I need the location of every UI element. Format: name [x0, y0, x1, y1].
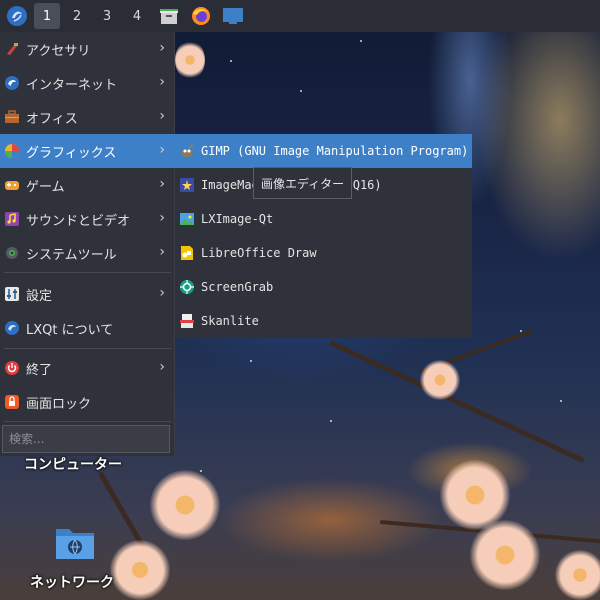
submenu-item-label: Skanlite	[201, 314, 259, 328]
desktop-switch-3[interactable]: 3	[94, 3, 120, 29]
submenu-item-label: LXImage-Qt	[201, 212, 274, 226]
taskbar: 1 2 3 4	[0, 0, 600, 32]
accessories-icon	[4, 41, 20, 57]
menu-search-input[interactable]	[2, 425, 170, 453]
firefox-icon	[192, 7, 210, 25]
submenu-item-libreoffice-draw[interactable]: LibreOffice Draw	[175, 236, 472, 270]
menu-separator	[4, 348, 171, 349]
chevron-right-icon: ›	[159, 210, 165, 226]
menu-separator	[4, 421, 171, 422]
system-tools-icon	[4, 245, 20, 261]
file-manager-icon	[160, 9, 178, 24]
lock-icon	[4, 394, 20, 410]
tooltip: 画像エディター	[253, 167, 353, 199]
graphics-icon	[4, 143, 20, 159]
file-manager-launcher[interactable]	[156, 3, 182, 29]
submenu-item-gimp[interactable]: GIMP (GNU Image Manipulation Program)	[175, 134, 472, 168]
submenu-item-label: ScreenGrab	[201, 280, 274, 294]
application-menu: アクセサリ › インターネット › オフィス › グラフィックス › ゲーム ›…	[0, 32, 175, 456]
menu-item-label: アクセサリ	[26, 43, 91, 59]
menu-item-label: サウンドとビデオ	[26, 213, 131, 229]
graphics-submenu: GIMP (GNU Image Manipulation Program) Im…	[175, 134, 472, 338]
menu-item-label: LXQt について	[26, 322, 114, 338]
menu-item-internet[interactable]: インターネット ›	[0, 66, 175, 100]
desktop-network-icon[interactable]	[54, 523, 96, 561]
lxqt-start-button[interactable]	[4, 3, 30, 29]
desktop-switch-1[interactable]: 1	[34, 3, 60, 29]
lxqt-icon	[7, 6, 27, 26]
chevron-right-icon: ›	[159, 176, 165, 192]
internet-icon	[4, 75, 20, 91]
settings-icon	[4, 286, 20, 302]
desktop-icon	[223, 8, 243, 24]
menu-item-lock-screen[interactable]: 画面ロック	[0, 385, 175, 419]
screengrab-icon	[179, 279, 195, 295]
games-icon	[4, 177, 20, 193]
submenu-item-screengrab[interactable]: ScreenGrab	[175, 270, 472, 304]
libreoffice-draw-icon	[179, 245, 195, 261]
chevron-right-icon: ›	[159, 359, 165, 375]
menu-separator	[4, 272, 171, 273]
submenu-item-lximage-qt[interactable]: LXImage-Qt	[175, 202, 472, 236]
desktop-network-label[interactable]: ネットワーク	[30, 572, 114, 592]
show-desktop-launcher[interactable]	[220, 3, 246, 29]
chevron-right-icon: ›	[159, 244, 165, 260]
image-viewer-icon	[179, 211, 195, 227]
office-icon	[4, 109, 20, 125]
chevron-right-icon: ›	[159, 40, 165, 56]
chevron-right-icon: ›	[159, 142, 165, 158]
firefox-launcher[interactable]	[188, 3, 214, 29]
submenu-item-label: GIMP (GNU Image Manipulation Program)	[201, 144, 469, 158]
gimp-icon	[179, 143, 195, 159]
scanner-icon	[179, 313, 195, 329]
submenu-item-label: LibreOffice Draw	[201, 246, 317, 260]
menu-item-about-lxqt[interactable]: LXQt について	[0, 311, 175, 345]
menu-item-graphics[interactable]: グラフィックス ›	[0, 134, 175, 168]
multimedia-icon	[4, 211, 20, 227]
imagemagick-icon	[179, 177, 195, 193]
desktop-switch-4[interactable]: 4	[124, 3, 150, 29]
menu-item-accessories[interactable]: アクセサリ ›	[0, 32, 175, 66]
menu-item-label: 設定	[26, 288, 53, 304]
menu-item-label: オフィス	[26, 111, 78, 127]
menu-item-label: システムツール	[26, 247, 117, 263]
power-icon	[4, 360, 20, 376]
menu-item-label: 画面ロック	[26, 396, 92, 412]
menu-item-sound-video[interactable]: サウンドとビデオ ›	[0, 202, 175, 236]
menu-item-label: インターネット	[26, 77, 118, 93]
menu-item-system-tools[interactable]: システムツール ›	[0, 236, 175, 270]
desktop-computer-label[interactable]: コンピューター	[24, 454, 122, 474]
chevron-right-icon: ›	[159, 285, 165, 301]
menu-item-label: ゲーム	[26, 179, 65, 195]
menu-item-leave[interactable]: 終了 ›	[0, 351, 175, 385]
menu-item-games[interactable]: ゲーム ›	[0, 168, 175, 202]
chevron-right-icon: ›	[159, 74, 165, 90]
submenu-item-skanlite[interactable]: Skanlite	[175, 304, 472, 338]
menu-item-settings[interactable]: 設定 ›	[0, 277, 175, 311]
menu-item-office[interactable]: オフィス ›	[0, 100, 175, 134]
menu-item-label: グラフィックス	[26, 145, 117, 161]
desktop-switch-2[interactable]: 2	[64, 3, 90, 29]
lxqt-icon	[4, 320, 20, 336]
network-folder-icon	[56, 529, 94, 559]
menu-item-label: 終了	[26, 362, 53, 378]
chevron-right-icon: ›	[159, 108, 165, 124]
